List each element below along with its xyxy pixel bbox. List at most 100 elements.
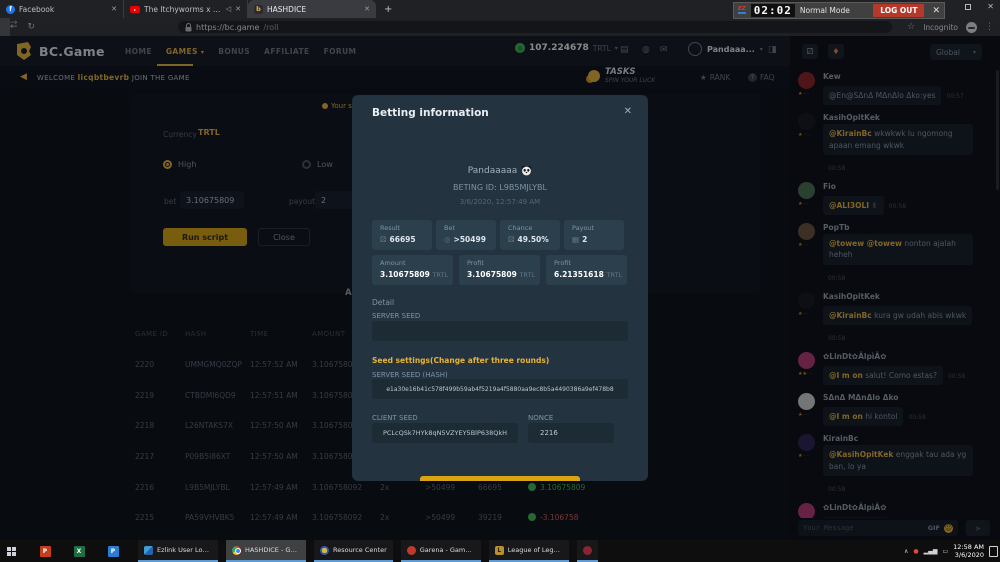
bet-player[interactable]: Pandaaaaa [352, 165, 648, 176]
chat-username[interactable]: ✿LinDt✿ÂlpìÂ✿ [823, 352, 990, 361]
gif-button[interactable]: GIF [928, 524, 940, 532]
tab-audio-icon[interactable]: ◁ [226, 5, 231, 13]
table-row-loss[interactable]: 2215PA59VHVBK512:57:49 AM3.1067580922x>5… [0, 513, 790, 525]
bet-amount-input[interactable] [180, 191, 244, 209]
powerpoint-pinned-icon[interactable]: P [34, 540, 56, 562]
low-radio[interactable]: Low [302, 160, 333, 169]
tab-hashdice[interactable]: b HASHDICE ✕ [248, 0, 376, 18]
chat-username[interactable]: KirainBc [823, 434, 990, 443]
chat-toggle-icon[interactable]: ◨ [768, 45, 777, 55]
run-script-button[interactable]: Run script [163, 228, 247, 246]
chat-input[interactable]: GIF ☺ [798, 520, 958, 536]
nav-games[interactable]: GAMES ▾ [166, 47, 204, 56]
tab-facebook[interactable]: f Facebook ✕ [0, 0, 124, 18]
chevron-down-icon: ▾ [973, 49, 976, 56]
chat-username[interactable]: KasihOpitKek [823, 292, 990, 301]
window-close-button[interactable]: ✕ [987, 2, 994, 11]
user-level-badge: ★···· [798, 132, 818, 138]
bcgame-logo-icon [14, 41, 34, 61]
emoji-icon[interactable]: ☺ [944, 524, 953, 533]
chat-username[interactable]: Kew [823, 72, 990, 81]
tab-close-icon[interactable]: ✕ [235, 5, 241, 13]
bell-icon[interactable]: ◍ [642, 45, 650, 55]
wallet-icon[interactable]: ▤ [620, 45, 629, 55]
reload-icon[interactable]: ↻ [28, 22, 36, 32]
task-ezlink[interactable]: Ezlink User Login [138, 540, 218, 562]
server-seed-hash-input[interactable] [372, 379, 628, 399]
hidden-icons-chevron[interactable]: ∧ [904, 548, 908, 555]
selected-currency[interactable]: TRTL [198, 128, 220, 137]
tasks-widget[interactable]: TASKS SPIN YOUR LUCK [588, 68, 655, 84]
taskbar-clock[interactable]: 12:58 AM 3/6/2020 [953, 543, 984, 560]
timer-mode-label: Normal Mode [800, 6, 868, 15]
tab-close-icon[interactable]: ✕ [364, 5, 370, 13]
high-radio[interactable]: High [163, 160, 196, 169]
nav-home[interactable]: HOME [125, 47, 152, 56]
change-seed-button[interactable] [420, 476, 580, 481]
mail-icon[interactable]: ✉ [660, 45, 668, 55]
user-menu[interactable]: Pandaaa... ▾ [688, 42, 763, 56]
nav-affiliate[interactable]: AFFILIATE [264, 47, 309, 56]
chat-username[interactable]: ✿LinDt✿ÂlpìÂ✿ [823, 503, 990, 512]
excel-pinned-icon[interactable]: X [68, 540, 90, 562]
nonce-input[interactable] [528, 423, 614, 443]
logout-button[interactable]: LOG OUT [873, 4, 924, 17]
chevron-down-icon: ▾ [760, 46, 763, 53]
task-app[interactable] [577, 540, 598, 562]
chat-username[interactable]: SΔnΔ MΔnΔlo Δko [823, 393, 990, 402]
task-garena[interactable]: Garena - Game Cen... [401, 540, 481, 562]
server-seed-input[interactable] [372, 321, 628, 341]
back-icon[interactable]: ← [10, 22, 18, 32]
browser-toolbar: ← → ↻ https://bc.game/roll ☆ Incognito ⋮ [0, 18, 1000, 36]
new-tab-button[interactable]: + [384, 4, 392, 15]
nav-bonus[interactable]: BONUS [218, 47, 250, 56]
rank-button[interactable]: ★ RANK [700, 73, 730, 82]
chat-region-select[interactable]: Global▾ [930, 44, 982, 60]
rank-star-icon: ★ [700, 73, 707, 82]
faq-button[interactable]: ? FAQ [748, 73, 775, 82]
chat-message: ★★···· ✿LinDt✿ÂlpìÂ✿Haha, mixed!!00:58 [798, 503, 990, 518]
network-icon[interactable]: ▂▄▆ [924, 548, 938, 555]
start-button[interactable] [0, 540, 22, 562]
app-icon [583, 546, 592, 555]
nav-forum[interactable]: FORUM [324, 47, 357, 56]
screen: f Facebook ✕ ▸ The Itchyworms x Ely Buen… [0, 0, 1000, 562]
chat-username[interactable]: KasihOpitKek [823, 113, 990, 122]
chat-rules-icon[interactable]: ⚂ [802, 44, 818, 59]
chat-username[interactable]: Fio [823, 182, 990, 191]
site-logo-text[interactable]: BC.Game [39, 44, 105, 59]
bookmark-star-icon[interactable]: ☆ [907, 22, 915, 32]
publisher-pinned-icon[interactable]: P [102, 540, 124, 562]
profit-coin-icon [528, 483, 536, 491]
task-resource-center[interactable]: Resource Center [314, 540, 393, 562]
task-hashdice-chrome[interactable]: HASHDICE - Googl... [226, 540, 306, 562]
tab-youtube[interactable]: ▸ The Itchyworms x Ely Buend ◁ ✕ [124, 0, 248, 18]
chat-message-input[interactable] [803, 524, 924, 532]
tab-title: The Itchyworms x Ely Buend [144, 5, 222, 14]
action-center-icon[interactable] [989, 546, 998, 557]
payout-input[interactable] [315, 191, 355, 209]
battery-icon[interactable]: ▭ [942, 548, 948, 555]
table-row-win[interactable]: 2216L9B5MJLYBL12:57:49 AM3.1067580922x>5… [0, 483, 790, 495]
window-restore-button[interactable] [965, 4, 971, 10]
tab-close-icon[interactable]: ✕ [111, 5, 117, 13]
client-seed-input[interactable] [372, 423, 518, 443]
tray-app-icon[interactable]: ● [913, 548, 918, 555]
chat-scrollbar[interactable] [996, 70, 999, 190]
browser-menu-icon[interactable]: ⋮ [985, 22, 994, 32]
balance-selector[interactable]: ◎ 107.224678 TRTL ▾ [515, 43, 618, 53]
col-hash: HASH [185, 330, 206, 338]
nonce-label: NONCE [528, 414, 553, 422]
coin-rain-icon[interactable]: ♦ [828, 44, 844, 59]
send-button[interactable]: ➤ [966, 520, 990, 536]
modal-close-icon[interactable]: ✕ [624, 106, 632, 117]
timer-close-icon[interactable]: ✕ [932, 6, 940, 16]
address-bar[interactable]: https://bc.game/roll [178, 21, 892, 33]
server-seed-hash-label: SERVER SEED (HASH) [372, 371, 448, 379]
close-script-button[interactable]: Close [258, 228, 310, 246]
task-league-of-legends[interactable]: L League of Legends [489, 540, 569, 562]
incognito-avatar-icon[interactable] [966, 22, 977, 33]
chat-username[interactable]: PopTb [823, 223, 990, 232]
facebook-icon: f [6, 5, 15, 14]
clock-time: 12:58 AM [953, 543, 984, 551]
